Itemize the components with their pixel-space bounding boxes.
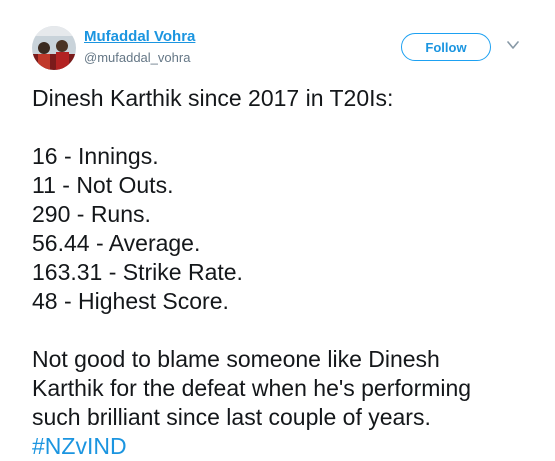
stat-line: 163.31 - Strike Rate. xyxy=(32,259,243,285)
tweet-text: Dinesh Karthik since 2017 in T20Is: 16 -… xyxy=(32,84,532,461)
hashtag-link[interactable]: #NZvIND xyxy=(32,432,532,461)
stat-line: 11 - Not Outs. xyxy=(32,172,174,198)
avatar[interactable] xyxy=(32,26,76,70)
author-handle[interactable]: @mufaddal_vohra xyxy=(84,50,190,65)
tweet-intro: Dinesh Karthik since 2017 in T20Is: xyxy=(32,85,394,111)
stat-line: 16 - Innings. xyxy=(32,143,159,169)
follow-button[interactable]: Follow xyxy=(401,33,491,61)
closing-line: Karthik for the defeat when he's perform… xyxy=(32,375,472,401)
tweet-header: Mufaddal Vohra @mufaddal_vohra Follow xyxy=(32,24,532,74)
avatar-image xyxy=(32,26,76,70)
stat-line: 290 - Runs. xyxy=(32,201,151,227)
chevron-down-icon[interactable] xyxy=(506,38,520,52)
stat-line: 56.44 - Average. xyxy=(32,230,201,256)
stat-line: 48 - Highest Score. xyxy=(32,288,229,314)
author-name[interactable]: Mufaddal Vohra xyxy=(84,28,195,45)
closing-line: such brilliant since last couple of year… xyxy=(32,404,431,430)
closing-line: Not good to blame someone like Dinesh xyxy=(32,346,440,372)
